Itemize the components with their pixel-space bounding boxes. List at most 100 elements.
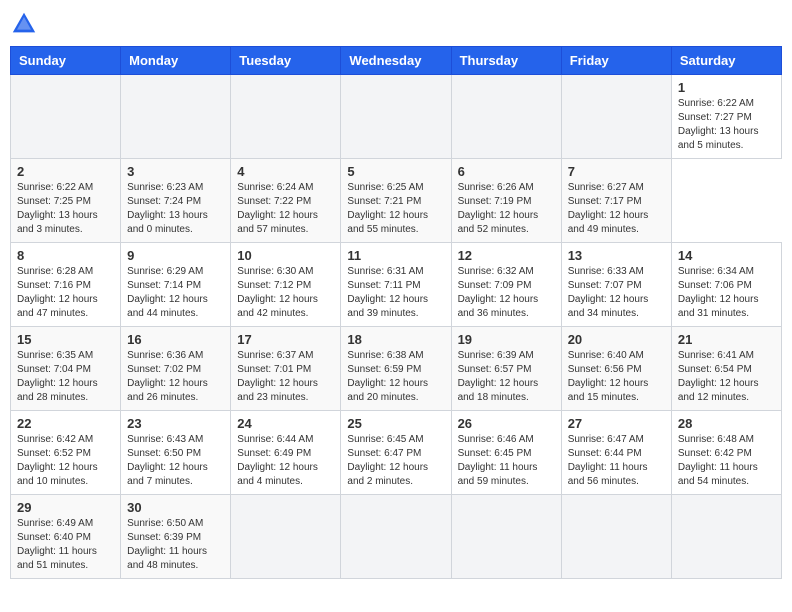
calendar-week-3: 15 Sunrise: 6:35 AM Sunset: 7:04 PM Dayl… xyxy=(11,327,782,411)
day-info: Sunrise: 6:50 AM Sunset: 6:39 PM Dayligh… xyxy=(127,517,224,573)
day-info: Sunrise: 6:43 AM Sunset: 6:50 PM Dayligh… xyxy=(127,433,224,489)
day-info: Sunrise: 6:48 AM Sunset: 6:42 PM Dayligh… xyxy=(678,433,775,489)
day-number: 17 xyxy=(237,332,334,347)
day-info: Sunrise: 6:38 AM Sunset: 6:59 PM Dayligh… xyxy=(347,349,444,405)
day-number: 16 xyxy=(127,332,224,347)
day-info: Sunrise: 6:47 AM Sunset: 6:44 PM Dayligh… xyxy=(568,433,665,489)
calendar-day-21: 21 Sunrise: 6:41 AM Sunset: 6:54 PM Dayl… xyxy=(671,327,781,411)
calendar-day-6: 6 Sunrise: 6:26 AM Sunset: 7:19 PM Dayli… xyxy=(451,159,561,243)
calendar-day-25: 25 Sunrise: 6:45 AM Sunset: 6:47 PM Dayl… xyxy=(341,411,451,495)
day-info: Sunrise: 6:36 AM Sunset: 7:02 PM Dayligh… xyxy=(127,349,224,405)
day-info: Sunrise: 6:29 AM Sunset: 7:14 PM Dayligh… xyxy=(127,265,224,321)
calendar-day-10: 10 Sunrise: 6:30 AM Sunset: 7:12 PM Dayl… xyxy=(231,243,341,327)
day-number: 11 xyxy=(347,248,444,263)
day-info: Sunrise: 6:39 AM Sunset: 6:57 PM Dayligh… xyxy=(458,349,555,405)
calendar-day-4: 4 Sunrise: 6:24 AM Sunset: 7:22 PM Dayli… xyxy=(231,159,341,243)
day-info: Sunrise: 6:33 AM Sunset: 7:07 PM Dayligh… xyxy=(568,265,665,321)
calendar-day-7: 7 Sunrise: 6:27 AM Sunset: 7:17 PM Dayli… xyxy=(561,159,671,243)
empty-cell xyxy=(341,495,451,579)
calendar-day-1: 1 Sunrise: 6:22 AM Sunset: 7:27 PM Dayli… xyxy=(671,75,781,159)
calendar-day-16: 16 Sunrise: 6:36 AM Sunset: 7:02 PM Dayl… xyxy=(121,327,231,411)
calendar-week-2: 8 Sunrise: 6:28 AM Sunset: 7:16 PM Dayli… xyxy=(11,243,782,327)
calendar-week-5: 29 Sunrise: 6:49 AM Sunset: 6:40 PM Dayl… xyxy=(11,495,782,579)
day-number: 10 xyxy=(237,248,334,263)
calendar-day-19: 19 Sunrise: 6:39 AM Sunset: 6:57 PM Dayl… xyxy=(451,327,561,411)
day-header-monday: Monday xyxy=(121,47,231,75)
empty-cell xyxy=(341,75,451,159)
day-info: Sunrise: 6:40 AM Sunset: 6:56 PM Dayligh… xyxy=(568,349,665,405)
calendar-day-27: 27 Sunrise: 6:47 AM Sunset: 6:44 PM Dayl… xyxy=(561,411,671,495)
calendar-day-2: 2 Sunrise: 6:22 AM Sunset: 7:25 PM Dayli… xyxy=(11,159,121,243)
calendar-day-13: 13 Sunrise: 6:33 AM Sunset: 7:07 PM Dayl… xyxy=(561,243,671,327)
day-number: 25 xyxy=(347,416,444,431)
calendar-day-12: 12 Sunrise: 6:32 AM Sunset: 7:09 PM Dayl… xyxy=(451,243,561,327)
day-number: 20 xyxy=(568,332,665,347)
day-number: 18 xyxy=(347,332,444,347)
calendar-day-26: 26 Sunrise: 6:46 AM Sunset: 6:45 PM Dayl… xyxy=(451,411,561,495)
day-number: 19 xyxy=(458,332,555,347)
day-info: Sunrise: 6:23 AM Sunset: 7:24 PM Dayligh… xyxy=(127,181,224,237)
calendar-day-18: 18 Sunrise: 6:38 AM Sunset: 6:59 PM Dayl… xyxy=(341,327,451,411)
day-number: 7 xyxy=(568,164,665,179)
day-number: 14 xyxy=(678,248,775,263)
calendar-day-17: 17 Sunrise: 6:37 AM Sunset: 7:01 PM Dayl… xyxy=(231,327,341,411)
empty-cell xyxy=(231,75,341,159)
day-info: Sunrise: 6:35 AM Sunset: 7:04 PM Dayligh… xyxy=(17,349,114,405)
empty-cell xyxy=(451,495,561,579)
day-number: 29 xyxy=(17,500,114,515)
calendar-day-24: 24 Sunrise: 6:44 AM Sunset: 6:49 PM Dayl… xyxy=(231,411,341,495)
calendar-day-9: 9 Sunrise: 6:29 AM Sunset: 7:14 PM Dayli… xyxy=(121,243,231,327)
calendar-day-22: 22 Sunrise: 6:42 AM Sunset: 6:52 PM Dayl… xyxy=(11,411,121,495)
day-number: 15 xyxy=(17,332,114,347)
day-number: 27 xyxy=(568,416,665,431)
calendar-day-30: 30 Sunrise: 6:50 AM Sunset: 6:39 PM Dayl… xyxy=(121,495,231,579)
calendar-day-11: 11 Sunrise: 6:31 AM Sunset: 7:11 PM Dayl… xyxy=(341,243,451,327)
day-info: Sunrise: 6:22 AM Sunset: 7:27 PM Dayligh… xyxy=(678,97,775,153)
day-number: 6 xyxy=(458,164,555,179)
day-number: 13 xyxy=(568,248,665,263)
day-info: Sunrise: 6:28 AM Sunset: 7:16 PM Dayligh… xyxy=(17,265,114,321)
calendar-table: SundayMondayTuesdayWednesdayThursdayFrid… xyxy=(10,46,782,579)
logo-icon xyxy=(10,10,38,38)
calendar-day-8: 8 Sunrise: 6:28 AM Sunset: 7:16 PM Dayli… xyxy=(11,243,121,327)
day-info: Sunrise: 6:30 AM Sunset: 7:12 PM Dayligh… xyxy=(237,265,334,321)
day-info: Sunrise: 6:34 AM Sunset: 7:06 PM Dayligh… xyxy=(678,265,775,321)
empty-cell xyxy=(561,75,671,159)
day-info: Sunrise: 6:42 AM Sunset: 6:52 PM Dayligh… xyxy=(17,433,114,489)
day-info: Sunrise: 6:41 AM Sunset: 6:54 PM Dayligh… xyxy=(678,349,775,405)
calendar-day-3: 3 Sunrise: 6:23 AM Sunset: 7:24 PM Dayli… xyxy=(121,159,231,243)
calendar-day-5: 5 Sunrise: 6:25 AM Sunset: 7:21 PM Dayli… xyxy=(341,159,451,243)
day-number: 2 xyxy=(17,164,114,179)
calendar-day-15: 15 Sunrise: 6:35 AM Sunset: 7:04 PM Dayl… xyxy=(11,327,121,411)
day-header-thursday: Thursday xyxy=(451,47,561,75)
day-number: 12 xyxy=(458,248,555,263)
day-info: Sunrise: 6:37 AM Sunset: 7:01 PM Dayligh… xyxy=(237,349,334,405)
day-info: Sunrise: 6:44 AM Sunset: 6:49 PM Dayligh… xyxy=(237,433,334,489)
day-number: 22 xyxy=(17,416,114,431)
day-info: Sunrise: 6:26 AM Sunset: 7:19 PM Dayligh… xyxy=(458,181,555,237)
day-number: 8 xyxy=(17,248,114,263)
day-header-saturday: Saturday xyxy=(671,47,781,75)
day-number: 9 xyxy=(127,248,224,263)
calendar-week-0: 1 Sunrise: 6:22 AM Sunset: 7:27 PM Dayli… xyxy=(11,75,782,159)
day-number: 5 xyxy=(347,164,444,179)
calendar-week-1: 2 Sunrise: 6:22 AM Sunset: 7:25 PM Dayli… xyxy=(11,159,782,243)
day-header-sunday: Sunday xyxy=(11,47,121,75)
day-info: Sunrise: 6:31 AM Sunset: 7:11 PM Dayligh… xyxy=(347,265,444,321)
day-number: 26 xyxy=(458,416,555,431)
day-info: Sunrise: 6:22 AM Sunset: 7:25 PM Dayligh… xyxy=(17,181,114,237)
calendar-week-4: 22 Sunrise: 6:42 AM Sunset: 6:52 PM Dayl… xyxy=(11,411,782,495)
calendar-day-29: 29 Sunrise: 6:49 AM Sunset: 6:40 PM Dayl… xyxy=(11,495,121,579)
empty-cell xyxy=(11,75,121,159)
calendar-day-28: 28 Sunrise: 6:48 AM Sunset: 6:42 PM Dayl… xyxy=(671,411,781,495)
calendar-day-20: 20 Sunrise: 6:40 AM Sunset: 6:56 PM Dayl… xyxy=(561,327,671,411)
day-info: Sunrise: 6:32 AM Sunset: 7:09 PM Dayligh… xyxy=(458,265,555,321)
empty-cell xyxy=(561,495,671,579)
day-number: 30 xyxy=(127,500,224,515)
day-header-wednesday: Wednesday xyxy=(341,47,451,75)
calendar-day-23: 23 Sunrise: 6:43 AM Sunset: 6:50 PM Dayl… xyxy=(121,411,231,495)
day-info: Sunrise: 6:49 AM Sunset: 6:40 PM Dayligh… xyxy=(17,517,114,573)
day-number: 24 xyxy=(237,416,334,431)
logo xyxy=(10,10,42,38)
day-number: 23 xyxy=(127,416,224,431)
